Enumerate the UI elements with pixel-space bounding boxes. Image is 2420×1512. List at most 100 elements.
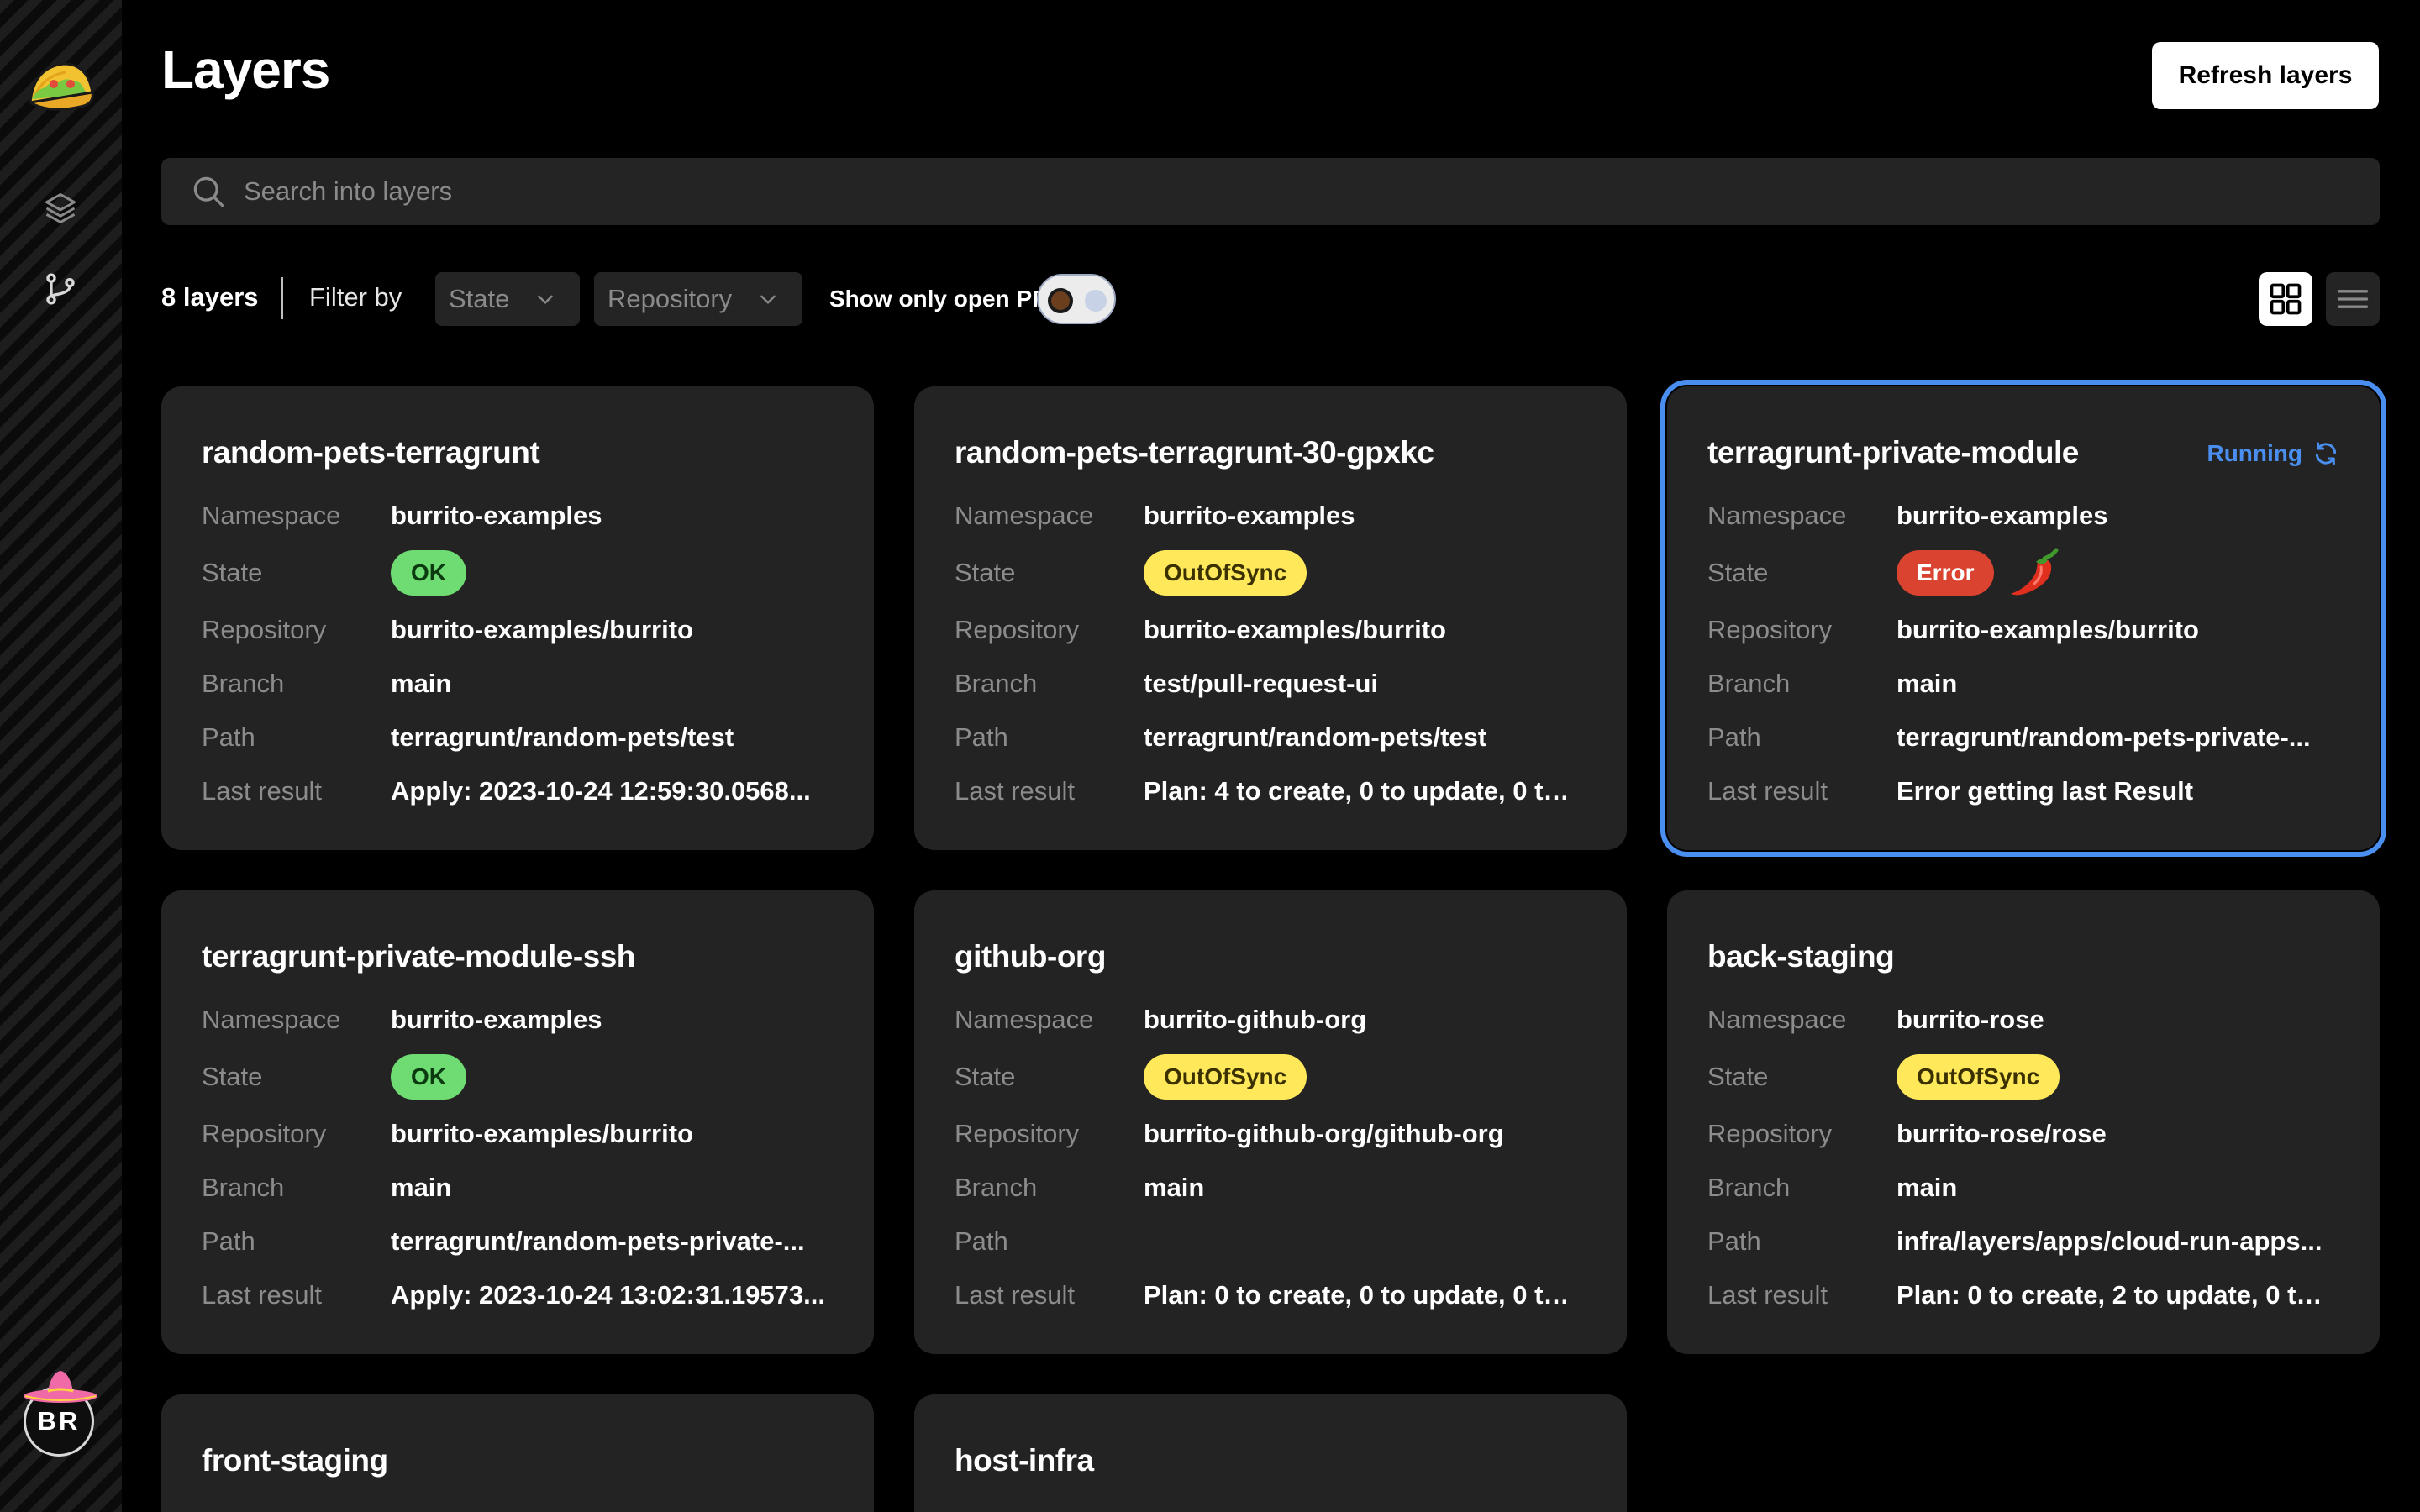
branch-value: main xyxy=(391,1173,452,1202)
layer-card[interactable]: front-staging xyxy=(161,1394,874,1512)
state-filter-select[interactable]: State xyxy=(435,272,580,326)
branch-value: test/pull-request-ui xyxy=(1144,669,1379,698)
branch-value: main xyxy=(391,669,452,698)
last-result-value: Error getting last Result xyxy=(1897,776,2194,806)
layer-title: random-pets-terragrunt xyxy=(202,435,540,470)
branch-row: Branch main xyxy=(202,1161,874,1215)
row-label: Branch xyxy=(202,1173,285,1202)
repository-value: burrito-examples/burrito xyxy=(391,615,693,644)
layers-icon xyxy=(45,193,76,223)
row-label: Last result xyxy=(955,776,1076,806)
repository-row: Repository burrito-examples/burrito xyxy=(202,603,874,657)
search-input[interactable] xyxy=(244,158,2380,225)
layer-card[interactable]: terragrunt-private-module-ssh Namespace b… xyxy=(161,890,874,1354)
path-value: terragrunt/random-pets-private-... xyxy=(391,1226,805,1256)
layer-card[interactable]: github-org Namespace burrito-github-org S… xyxy=(914,890,1627,1354)
row-label: Last result xyxy=(1707,776,1828,806)
branch-row: Branch main xyxy=(1707,657,2380,711)
row-label: Path xyxy=(955,722,1008,752)
filter-by-label: Filter by xyxy=(309,282,402,312)
repository-filter-select[interactable]: Repository xyxy=(594,272,802,326)
row-label: Namespace xyxy=(1707,501,1847,530)
state-row: State OutOfSync xyxy=(1707,1047,2380,1107)
status-badge: Error xyxy=(1897,550,1995,596)
path-row: Path terragrunt/random-pets-private-... xyxy=(1707,711,2380,764)
row-label: Last result xyxy=(202,776,323,806)
refresh-layers-button[interactable]: Refresh layers xyxy=(2152,42,2379,109)
namespace-value: burrito-examples xyxy=(1897,501,2108,530)
branch-value: main xyxy=(1144,1173,1205,1202)
last-result-row: Last result Apply: 2023-10-24 13:02:31.19… xyxy=(202,1268,874,1322)
grid-view-button[interactable] xyxy=(2259,272,2312,326)
namespace-row: Namespace burrito-examples xyxy=(202,993,874,1047)
layer-card[interactable]: random-pets-terragrunt Namespace burrito-… xyxy=(161,386,874,850)
list-view-button[interactable] xyxy=(2326,272,2380,326)
namespace-value: burrito-examples xyxy=(391,1005,602,1034)
namespace-value: burrito-examples xyxy=(1144,501,1355,530)
row-label: Repository xyxy=(1707,615,1833,644)
layer-title: random-pets-terragrunt-30-gpxkc xyxy=(955,435,1434,470)
repository-row: Repository burrito-examples/burrito xyxy=(955,603,1627,657)
page-title: Layers xyxy=(161,39,330,100)
refresh-icon xyxy=(2315,442,2337,465)
repository-row: Repository burrito-rose/rose xyxy=(1707,1107,2380,1161)
row-label: Branch xyxy=(202,669,285,698)
layer-title: github-org xyxy=(955,939,1106,974)
namespace-row: Namespace burrito-github-org xyxy=(955,993,1627,1047)
layers-count: 8 layers xyxy=(161,282,259,312)
git-branch-icon xyxy=(46,273,75,305)
last-result-row: Last result Apply: 2023-10-24 12:59:30.05… xyxy=(202,764,874,818)
layer-card[interactable]: host-infra xyxy=(914,1394,1627,1512)
app-root: BR Layers Refresh layers 8 layers Filter… xyxy=(0,0,2420,1512)
repository-value: burrito-github-org/github-org xyxy=(1144,1119,1504,1148)
layer-title: back-staging xyxy=(1707,939,1895,974)
row-label: State xyxy=(955,1062,1016,1091)
row-label: Repository xyxy=(955,615,1080,644)
branch-row: Branch test/pull-request-ui xyxy=(955,657,1627,711)
repository-row: Repository burrito-examples/burrito xyxy=(202,1107,874,1161)
path-row: Path terragrunt/random-pets/test xyxy=(955,711,1627,764)
user-menu[interactable]: BR xyxy=(22,1368,99,1460)
state-filter-label: State xyxy=(449,284,510,313)
row-label: Branch xyxy=(955,669,1038,698)
last-result-row: Last result Plan: 0 to create, 0 to updat… xyxy=(955,1268,1627,1322)
row-label: Repository xyxy=(955,1119,1080,1148)
row-label: State xyxy=(955,558,1016,587)
layer-card[interactable]: random-pets-terragrunt-30-gpxkc Namespac… xyxy=(914,386,1627,850)
row-label: State xyxy=(1707,1062,1769,1091)
layer-card[interactable]: terragrunt-private-module Running Namesp… xyxy=(1660,380,2386,857)
path-row: Path terragrunt/random-pets/test xyxy=(202,711,874,764)
open-pr-toggle[interactable] xyxy=(1037,274,1116,324)
search-bar[interactable] xyxy=(161,158,2380,225)
chevron-down-icon xyxy=(538,295,553,305)
sidebar-item-pull-requests[interactable] xyxy=(34,262,87,316)
taco-icon[interactable] xyxy=(25,55,96,114)
branch-row: Branch main xyxy=(955,1161,1627,1215)
path-value: infra/layers/apps/cloud-run-apps... xyxy=(1897,1226,2323,1256)
namespace-row: Namespace burrito-examples xyxy=(202,489,874,543)
repository-row: Repository burrito-examples/burrito xyxy=(1707,603,2380,657)
row-label: Repository xyxy=(202,615,327,644)
layer-card[interactable]: back-staging Namespace burrito-rose State… xyxy=(1667,890,2380,1354)
path-row: Path infra/layers/apps/cloud-run-apps... xyxy=(1707,1215,2380,1268)
search-icon xyxy=(193,176,224,207)
row-label: Path xyxy=(955,1226,1008,1256)
repository-row: Repository burrito-github-org/github-org xyxy=(955,1107,1627,1161)
last-result-row: Last result Plan: 4 to create, 0 to updat… xyxy=(955,764,1627,818)
row-label: Branch xyxy=(1707,669,1791,698)
repository-value: burrito-rose/rose xyxy=(1897,1119,2107,1148)
namespace-value: burrito-github-org xyxy=(1144,1005,1367,1034)
row-label: Last result xyxy=(1707,1280,1828,1310)
layer-title: front-staging xyxy=(202,1443,388,1478)
state-row: State OK xyxy=(202,543,874,603)
status-badge: OK xyxy=(391,1054,466,1100)
state-row: State OutOfSync xyxy=(955,543,1627,603)
running-indicator: Running xyxy=(2207,440,2339,467)
row-label: State xyxy=(202,1062,263,1091)
status-badge: OutOfSync xyxy=(1144,550,1307,596)
namespace-value: burrito-rose xyxy=(1897,1005,2044,1034)
branch-value: main xyxy=(1897,1173,1958,1202)
branch-row: Branch main xyxy=(202,657,874,711)
row-label: Branch xyxy=(955,1173,1038,1202)
sidebar-item-layers[interactable] xyxy=(34,181,87,235)
